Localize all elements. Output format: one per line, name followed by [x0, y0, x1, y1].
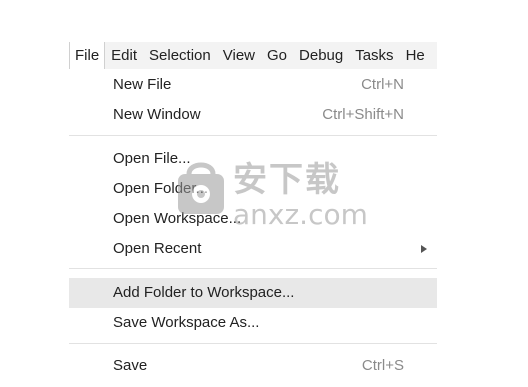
menu-item-label: Add Folder to Workspace...	[113, 284, 295, 301]
watermark-text-cn: 安下载	[233, 160, 341, 200]
menu-separator	[69, 343, 437, 344]
menu-item-open-recent[interactable]: Open Recent	[69, 234, 437, 264]
watermark-text-en: anxz.com	[233, 198, 368, 231]
menu-help[interactable]: He	[400, 42, 431, 69]
menu-item-label: New Window	[113, 106, 201, 123]
menu-file[interactable]: File	[69, 42, 106, 69]
menu-go[interactable]: Go	[261, 42, 293, 69]
menu-item-new-file[interactable]: New File Ctrl+N	[69, 70, 437, 100]
menu-selection[interactable]: Selection	[143, 42, 217, 69]
menu-tasks[interactable]: Tasks	[349, 42, 399, 69]
shopping-bag-icon	[178, 162, 224, 214]
menu-item-add-folder-to-workspace[interactable]: Add Folder to Workspace...	[69, 278, 437, 308]
watermark: 安下载 anxz.com	[175, 148, 375, 238]
menu-item-save-workspace-as[interactable]: Save Workspace As...	[69, 308, 437, 338]
menu-view[interactable]: View	[217, 42, 261, 69]
chevron-right-icon	[421, 245, 427, 253]
menu-item-label: New File	[113, 76, 172, 93]
menu-item-label: Open Recent	[113, 240, 202, 257]
menu-debug[interactable]: Debug	[293, 42, 349, 69]
menu-item-new-window[interactable]: New Window Ctrl+Shift+N	[69, 100, 437, 130]
menu-item-save[interactable]: Save Ctrl+S	[69, 351, 437, 381]
screenshot-stage: File Edit Selection View Go Debug Tasks He New …	[0, 0, 528, 387]
menu-item-shortcut: Ctrl+Shift+N	[322, 106, 404, 123]
menu-item-label: Save Workspace As...	[113, 314, 260, 331]
menu-separator	[69, 135, 437, 136]
menu-item-label: Save	[113, 357, 148, 374]
menu-separator	[69, 268, 437, 269]
menu-item-shortcut: Ctrl+N	[361, 76, 404, 93]
menu-item-shortcut: Ctrl+S	[361, 357, 404, 374]
menu-edit[interactable]: Edit	[105, 42, 143, 69]
menu-bar: File Edit Selection View Go Debug Tasks He	[69, 42, 437, 70]
